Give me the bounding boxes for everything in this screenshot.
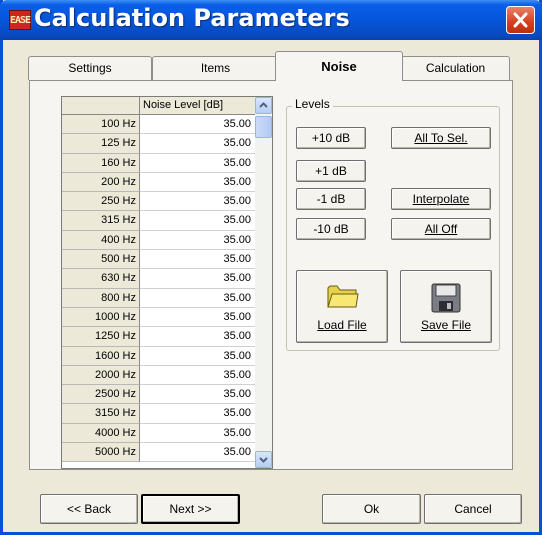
tab-calculation[interactable]: Calculation <box>401 56 510 80</box>
table-row[interactable]: 2500 Hz 35.00 <box>62 385 256 405</box>
noise-level-cell[interactable]: 35.00 <box>140 153 256 173</box>
noise-level-cell[interactable]: 35.00 <box>140 327 256 347</box>
table-row[interactable]: 315 Hz 35.00 <box>62 211 256 231</box>
tab-label: Calculation <box>425 61 486 75</box>
all-off-button[interactable]: All Off <box>391 218 491 240</box>
folder-icon <box>327 285 359 308</box>
table-row[interactable]: 1250 Hz 35.00 <box>62 327 256 347</box>
table-row[interactable]: 200 Hz 35.00 <box>62 172 256 193</box>
noise-level-cell[interactable]: 35.00 <box>140 288 256 308</box>
tab-label: Settings <box>68 61 112 75</box>
title-bar[interactable]: EASE Calculation Parameters <box>0 0 542 40</box>
row-frequency[interactable]: 3150 Hz <box>62 404 140 424</box>
noise-level-grid[interactable]: Noise Level [dB] 100 Hz 35.00 125 Hz 35.00 1… <box>61 96 273 469</box>
row-frequency[interactable]: 1250 Hz <box>62 327 140 347</box>
row-frequency[interactable]: 1000 Hz <box>62 307 140 328</box>
row-frequency[interactable]: 2500 Hz <box>62 385 140 405</box>
noise-level-cell[interactable]: 35.00 <box>140 134 256 154</box>
table-row[interactable]: 4000 Hz 35.00 <box>62 423 256 444</box>
chevron-up-icon <box>259 102 268 108</box>
table-row[interactable]: 1600 Hz 35.00 <box>62 346 256 366</box>
row-frequency[interactable]: 200 Hz <box>62 172 140 193</box>
grid-rows: 100 Hz 35.00 125 Hz 35.00 160 Hz 35.00 200 Hz 3… <box>62 115 256 463</box>
levels-group-label: Levels <box>292 97 333 111</box>
column-header[interactable]: Noise Level [dB] <box>140 97 256 115</box>
save-file-button[interactable]: Save File <box>400 270 492 343</box>
next-button[interactable]: Next >> <box>141 494 240 524</box>
tab-settings[interactable]: Settings <box>28 56 152 80</box>
noise-level-cell[interactable]: 35.00 <box>140 365 256 386</box>
noise-level-cell[interactable]: 35.00 <box>140 250 256 270</box>
row-frequency[interactable]: 125 Hz <box>62 134 140 154</box>
row-frequency[interactable]: 1600 Hz <box>62 346 140 366</box>
noise-level-cell[interactable]: 35.00 <box>140 346 256 366</box>
floppy-disk-icon <box>431 283 461 313</box>
noise-level-cell[interactable]: 35.00 <box>140 115 256 135</box>
row-frequency[interactable]: 2000 Hz <box>62 365 140 386</box>
close-button[interactable] <box>506 6 535 34</box>
table-row[interactable]: 5000 Hz 35.00 <box>62 443 256 463</box>
noise-level-cell[interactable]: 35.00 <box>140 211 256 231</box>
row-frequency[interactable]: 100 Hz <box>62 115 140 135</box>
grid-corner <box>62 97 140 115</box>
table-row[interactable]: 400 Hz 35.00 <box>62 230 256 251</box>
noise-level-cell[interactable]: 35.00 <box>140 269 256 289</box>
noise-level-cell[interactable]: 35.00 <box>140 423 256 444</box>
grid-header: Noise Level [dB] <box>62 97 256 115</box>
noise-level-cell[interactable]: 35.00 <box>140 307 256 328</box>
noise-level-cell[interactable]: 35.00 <box>140 404 256 424</box>
all-to-sel-button[interactable]: All To Sel. <box>391 127 491 149</box>
tab-label: Noise <box>321 59 357 74</box>
table-row[interactable]: 630 Hz 35.00 <box>62 269 256 289</box>
noise-level-cell[interactable]: 35.00 <box>140 172 256 193</box>
load-file-label: Load File <box>317 318 367 332</box>
load-file-button[interactable]: Load File <box>296 270 388 343</box>
table-row[interactable]: 500 Hz 35.00 <box>62 250 256 270</box>
table-row[interactable]: 800 Hz 35.00 <box>62 288 256 308</box>
table-row[interactable]: 250 Hz 35.00 <box>62 192 256 212</box>
plus-10-db-button[interactable]: +10 dB <box>296 127 366 149</box>
ok-button[interactable]: Ok <box>322 494 421 524</box>
noise-level-cell[interactable]: 35.00 <box>140 443 256 463</box>
cancel-button[interactable]: Cancel <box>424 494 522 524</box>
scroll-thumb[interactable] <box>255 116 272 138</box>
window-title: Calculation Parameters <box>34 4 350 32</box>
minus-10-db-button[interactable]: -10 dB <box>296 218 366 240</box>
scroll-down-button[interactable] <box>255 451 272 468</box>
table-row[interactable]: 1000 Hz 35.00 <box>62 307 256 328</box>
close-icon <box>513 12 528 28</box>
scroll-up-button[interactable] <box>255 97 272 114</box>
dialog-window: EASE Calculation Parameters Settings Ite… <box>0 0 542 535</box>
table-row[interactable]: 125 Hz 35.00 <box>62 134 256 154</box>
grid-scrollbar[interactable] <box>255 97 272 468</box>
chevron-down-icon <box>259 457 268 463</box>
noise-panel: Noise Level [dB] 100 Hz 35.00 125 Hz 35.00 1… <box>29 80 513 470</box>
row-frequency[interactable]: 160 Hz <box>62 153 140 173</box>
row-frequency[interactable]: 315 Hz <box>62 211 140 231</box>
minus-1-db-button[interactable]: -1 dB <box>296 188 366 210</box>
row-frequency[interactable]: 5000 Hz <box>62 443 140 463</box>
app-logo-icon: EASE <box>9 10 31 30</box>
tab-items[interactable]: Items <box>152 56 279 80</box>
interpolate-button[interactable]: Interpolate <box>391 188 491 210</box>
back-button[interactable]: << Back <box>40 494 138 524</box>
noise-level-cell[interactable]: 35.00 <box>140 192 256 212</box>
save-file-label: Save File <box>420 318 472 332</box>
row-frequency[interactable]: 400 Hz <box>62 230 140 251</box>
row-frequency[interactable]: 250 Hz <box>62 192 140 212</box>
row-frequency[interactable]: 4000 Hz <box>62 423 140 444</box>
tab-label: Items <box>200 61 231 75</box>
noise-level-cell[interactable]: 35.00 <box>140 230 256 251</box>
tab-noise[interactable]: Noise <box>275 51 403 81</box>
plus-1-db-button[interactable]: +1 dB <box>296 160 366 182</box>
table-row[interactable]: 160 Hz 35.00 <box>62 153 256 173</box>
noise-level-cell[interactable]: 35.00 <box>140 385 256 405</box>
table-row[interactable]: 100 Hz 35.00 <box>62 115 256 135</box>
table-row[interactable]: 3150 Hz 35.00 <box>62 404 256 424</box>
row-frequency[interactable]: 800 Hz <box>62 288 140 308</box>
table-row[interactable]: 2000 Hz 35.00 <box>62 365 256 386</box>
row-frequency[interactable]: 500 Hz <box>62 250 140 270</box>
row-frequency[interactable]: 630 Hz <box>62 269 140 289</box>
